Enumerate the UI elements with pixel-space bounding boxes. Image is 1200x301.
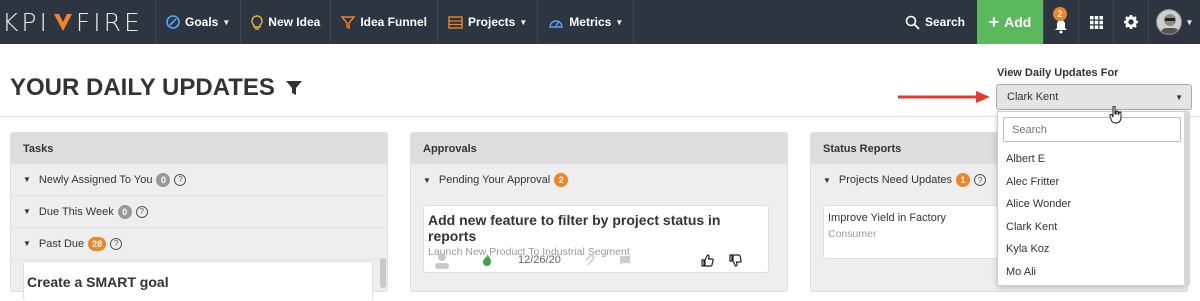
caret-down-icon: ▼: [23, 239, 31, 248]
help-icon[interactable]: ?: [174, 173, 187, 186]
help-icon[interactable]: ?: [110, 237, 123, 250]
count-badge: 0: [156, 172, 171, 187]
hand-cursor-icon: [1109, 106, 1122, 124]
flame-logo-icon: [53, 14, 72, 31]
red-arrow-annotation: [898, 91, 990, 103]
thumbs-up-icon[interactable]: [701, 253, 714, 267]
logo-text-right: FIRE: [75, 7, 143, 37]
count-badge: 0: [117, 204, 132, 219]
view-updates-for-label: View Daily Updates For: [997, 67, 1119, 79]
add-button-label: Add: [1004, 14, 1032, 30]
section-label: Due This Week: [38, 205, 114, 218]
approvals-panel-header: Approvals: [411, 133, 787, 164]
nav-idea-funnel-label: Idea Funnel: [360, 15, 427, 29]
plus-icon: +: [988, 11, 1000, 32]
avatar: [1155, 9, 1182, 35]
dropdown-option[interactable]: Albert E: [998, 148, 1186, 171]
user-dropdown-menu: Albert E Alec Fritter Alice Wonder Clark…: [997, 111, 1187, 286]
goals-icon: [166, 15, 180, 29]
top-navbar: KPI FIRE Goals ▼ New Idea Idea Funnel Pr…: [0, 0, 1200, 44]
chevron-down-icon: ▼: [615, 17, 624, 27]
nav-new-idea[interactable]: New Idea: [240, 0, 330, 44]
dropdown-option[interactable]: Alice Wonder: [998, 193, 1186, 216]
comment-icon: [619, 255, 630, 265]
dropdown-option[interactable]: Alec Fritter: [998, 171, 1186, 194]
task-card-title: Create a SMART goal: [27, 274, 169, 290]
caret-down-icon: ▼: [23, 175, 31, 184]
tasks-panel: Tasks ▼ Newly Assigned To You 0 ? ▼ Due …: [10, 132, 388, 301]
section-due-this-week[interactable]: ▼ Due This Week 0 ?: [11, 196, 387, 228]
task-card[interactable]: Create a SMART goal: [23, 261, 373, 301]
tasks-panel-header: Tasks: [11, 133, 387, 164]
fire-icon: [483, 254, 491, 266]
approval-card-footer: 12/26/20: [432, 250, 762, 270]
nav-goals-label: Goals: [185, 15, 219, 29]
nav-projects[interactable]: Projects ▼: [437, 0, 537, 44]
gear-icon: [1124, 15, 1138, 29]
nav-goals[interactable]: Goals ▼: [155, 0, 240, 44]
apps-grid-button[interactable]: [1078, 0, 1113, 44]
dropdown-option[interactable]: Kyla Koz: [998, 238, 1186, 261]
section-label: Past Due: [38, 237, 85, 250]
add-button[interactable]: + Add: [977, 0, 1043, 44]
dropdown-option[interactable]: Mo Ali: [998, 261, 1186, 284]
section-label: Projects Need Updates: [838, 174, 953, 186]
count-badge: 1: [956, 173, 971, 187]
filter-icon[interactable]: [285, 79, 303, 97]
dropdown-search-input[interactable]: [1003, 117, 1181, 142]
nav-projects-label: Projects: [468, 15, 516, 29]
logo-text-left: KPI: [2, 7, 50, 37]
count-badge: 28: [88, 236, 107, 251]
nav-search[interactable]: Search: [893, 0, 977, 44]
settings-button[interactable]: [1113, 0, 1148, 44]
approval-card-title: Add new feature to filter by project sta…: [428, 212, 721, 244]
projects-icon: [448, 15, 463, 29]
caret-down-icon: ▼: [823, 175, 831, 185]
search-icon: [905, 15, 920, 30]
thumbs-down-icon[interactable]: [729, 253, 742, 267]
section-label: Newly Assigned To You: [38, 173, 153, 186]
attachment-icon: [585, 254, 595, 266]
chevron-down-icon: ▼: [519, 17, 528, 27]
help-icon[interactable]: ?: [135, 205, 148, 218]
section-pending-approval[interactable]: ▼ Pending Your Approval 2: [411, 164, 787, 196]
page-title: YOUR DAILY UPDATES: [10, 74, 303, 102]
lightbulb-icon: [251, 14, 263, 30]
dropdown-option[interactable]: Clark Kent: [998, 216, 1186, 239]
nav-search-label: Search: [924, 15, 965, 29]
caret-down-icon: ▼: [423, 175, 431, 185]
chevron-down-icon: ▼: [1185, 17, 1194, 27]
user-select[interactable]: Clark Kent ▼: [996, 84, 1192, 110]
caret-down-icon: ▼: [23, 207, 31, 216]
user-placeholder-icon: [435, 253, 449, 269]
nav-metrics-label: Metrics: [569, 15, 612, 29]
kpifire-logo[interactable]: KPI FIRE: [0, 0, 155, 44]
page-title-text: YOUR DAILY UPDATES: [10, 74, 275, 101]
tasks-scrollbar[interactable]: [380, 258, 386, 288]
chevron-down-icon: ▼: [222, 17, 231, 27]
count-badge: 2: [554, 173, 569, 187]
nav-right-group: Search + Add 2 ▼: [893, 0, 1200, 44]
notification-count-badge: 2: [1053, 7, 1067, 21]
funnel-icon: [341, 15, 356, 29]
section-past-due[interactable]: ▼ Past Due 28 ?: [11, 228, 387, 260]
user-menu[interactable]: ▼: [1148, 0, 1200, 44]
approvals-panel: Approvals ▼ Pending Your Approval 2 Add …: [410, 132, 788, 292]
approval-card-date: 12/26/20: [518, 254, 561, 266]
user-select-value: Clark Kent: [1007, 91, 1059, 103]
nav-metrics[interactable]: Metrics ▼: [537, 0, 635, 44]
section-newly-assigned[interactable]: ▼ Newly Assigned To You 0 ?: [11, 164, 387, 196]
nav-idea-funnel[interactable]: Idea Funnel: [330, 0, 437, 44]
grid-icon: [1089, 15, 1103, 29]
gauge-icon: [548, 15, 564, 29]
nav-new-idea-label: New Idea: [268, 15, 321, 29]
dropdown-scrollbar[interactable]: [1184, 111, 1190, 286]
chevron-down-icon: ▼: [1175, 93, 1183, 102]
notifications-button[interactable]: 2: [1043, 0, 1078, 44]
approval-card[interactable]: Add new feature to filter by project sta…: [423, 205, 769, 273]
section-label: Pending Your Approval: [438, 174, 551, 186]
help-icon[interactable]: ?: [974, 174, 987, 186]
